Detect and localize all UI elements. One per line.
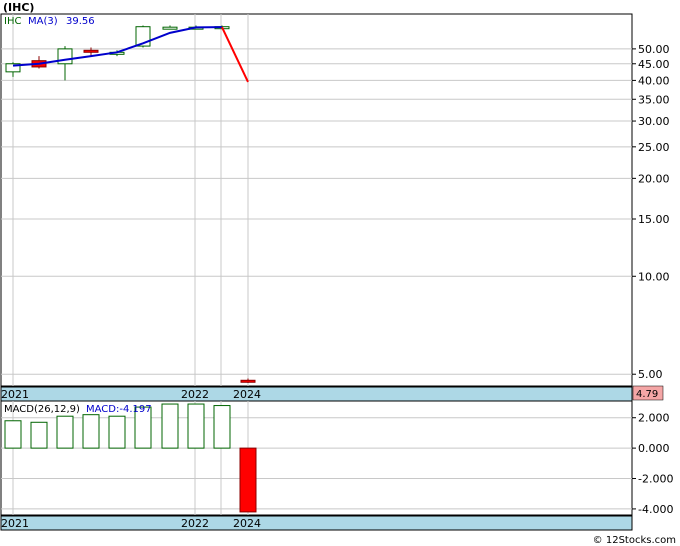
macd-x-axis-band xyxy=(0,515,633,531)
macd-bar xyxy=(56,415,74,449)
chart-canvas: (IHC) 50.00 45.00 40.00 35.00 30.00 25.00 20.0… xyxy=(0,1,676,546)
candle-body xyxy=(83,49,99,53)
candle-body xyxy=(57,48,73,65)
legend-ma-label: MA(3) xyxy=(28,16,58,27)
price-y-tick-label: 25.00 xyxy=(638,141,670,154)
macd-bar xyxy=(4,420,22,449)
price-y-tick-label: 40.00 xyxy=(638,74,670,87)
x-axis-label: 2024 xyxy=(233,517,261,530)
price-y-tick-label: 50.00 xyxy=(638,43,670,56)
price-y-tick-label: 30.00 xyxy=(638,115,670,128)
price-y-tick-label: 45.00 xyxy=(638,58,670,71)
macd-y-axis: 2.000 0.000 -2.000 -4.000 xyxy=(632,412,673,516)
macd-y-tick-label: 2.000 xyxy=(638,412,670,425)
macd-legend-value: MACD:-4.197 xyxy=(86,404,152,415)
macd-y-tick-label: 0.000 xyxy=(638,442,670,455)
price-y-tick-label: 10.00 xyxy=(638,270,670,283)
macd-legend-label: MACD(26,12,9) xyxy=(4,404,80,415)
price-y-axis: 50.00 45.00 40.00 35.00 30.00 25.00 20.00 15.00… xyxy=(632,43,670,381)
macd-bar xyxy=(161,403,179,449)
x-axis-label: 2022 xyxy=(181,388,209,401)
candle-body xyxy=(162,26,178,30)
legend-ticker: IHC xyxy=(4,16,21,27)
x-axis-label: 2022 xyxy=(181,517,209,530)
macd-y-tick-label: -4.000 xyxy=(638,503,673,516)
x-axis-label: 2024 xyxy=(233,388,261,401)
macd-bar xyxy=(30,421,48,449)
legend-ma-value: 39.56 xyxy=(66,16,95,27)
price-panel xyxy=(0,13,633,387)
chart-title: (IHC) xyxy=(3,1,34,14)
macd-bar xyxy=(213,405,231,449)
candle-body xyxy=(240,379,256,383)
macd-bar xyxy=(108,415,126,449)
price-y-tick-label: 35.00 xyxy=(638,93,670,106)
x-axis-label: 2021 xyxy=(1,517,29,530)
macd-y-tick-label: -2.000 xyxy=(638,473,673,486)
price-y-tick-label: 15.00 xyxy=(638,213,670,226)
price-y-tick-label: 5.00 xyxy=(638,368,663,381)
last-price-value: 4.79 xyxy=(636,389,658,400)
price-x-axis-band xyxy=(0,386,633,402)
macd-bar xyxy=(187,403,205,449)
macd-bar xyxy=(239,447,257,513)
price-y-tick-label: 20.00 xyxy=(638,172,670,185)
x-axis-label: 2021 xyxy=(1,388,29,401)
macd-bar xyxy=(82,414,100,449)
watermark: © 12Stocks.com xyxy=(593,535,676,546)
